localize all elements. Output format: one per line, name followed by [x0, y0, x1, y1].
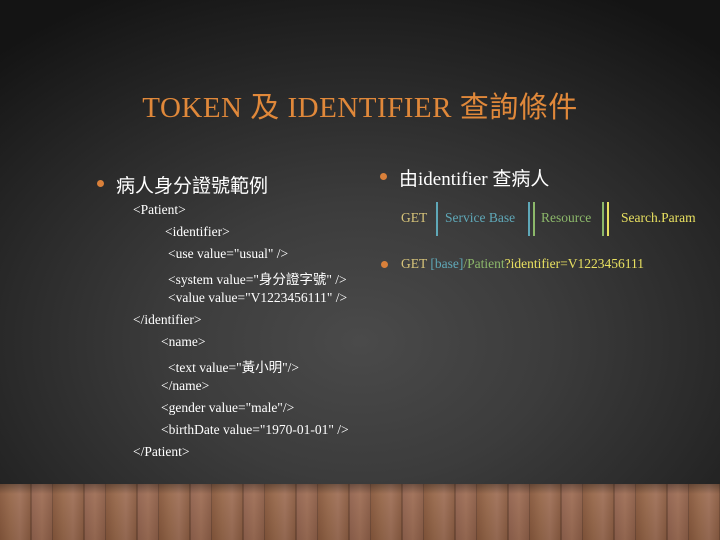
- url-part-search-param: Search.Param: [621, 210, 696, 225]
- separator-line: [607, 202, 609, 236]
- request-method: GET: [401, 256, 431, 271]
- code-line: <identifier>: [165, 224, 230, 239]
- wood-floor-decoration: [0, 484, 720, 540]
- code-line: <gender value="male"/>: [161, 400, 295, 415]
- url-part-get: GET: [401, 210, 428, 225]
- request-query: ?identifier=V1223456111: [504, 256, 644, 271]
- url-part-resource: Resource: [541, 210, 592, 225]
- code-line: </Patient>: [133, 444, 190, 459]
- separator-line: [533, 202, 535, 236]
- bullet-icon: [97, 180, 104, 187]
- url-part-service-base: Service Base: [445, 210, 516, 225]
- code-line: <birthDate value="1970-01-01" />: [161, 422, 349, 437]
- code-line: </name>: [161, 378, 210, 393]
- code-line: <system value="身分證字號" />: [168, 272, 347, 287]
- slide-background: [0, 0, 720, 488]
- separator-line: [602, 202, 604, 236]
- left-heading: 病人身分證號範例: [116, 176, 269, 197]
- code-line: <Patient>: [133, 202, 186, 217]
- code-line: <value value="V1223456111" />: [168, 290, 348, 305]
- separator-line: [528, 202, 530, 236]
- code-line: <text value="黃小明"/>: [168, 360, 299, 375]
- request-base: [base]: [430, 256, 464, 271]
- bullet-icon: [381, 261, 388, 268]
- code-line: <name>: [161, 334, 206, 349]
- code-line: </identifier>: [133, 312, 202, 327]
- separator-line: [436, 202, 438, 236]
- right-heading: 由identifier 查病人: [399, 169, 550, 190]
- bullet-icon: [380, 173, 387, 180]
- slide-title: TOKEN 及 IDENTIFIER 查詢條件: [142, 92, 578, 124]
- request-example: GET [base]/Patient?identifier=V122345611…: [401, 256, 644, 272]
- code-line: <use value="usual" />: [168, 246, 289, 261]
- request-resource: /Patient: [463, 256, 505, 271]
